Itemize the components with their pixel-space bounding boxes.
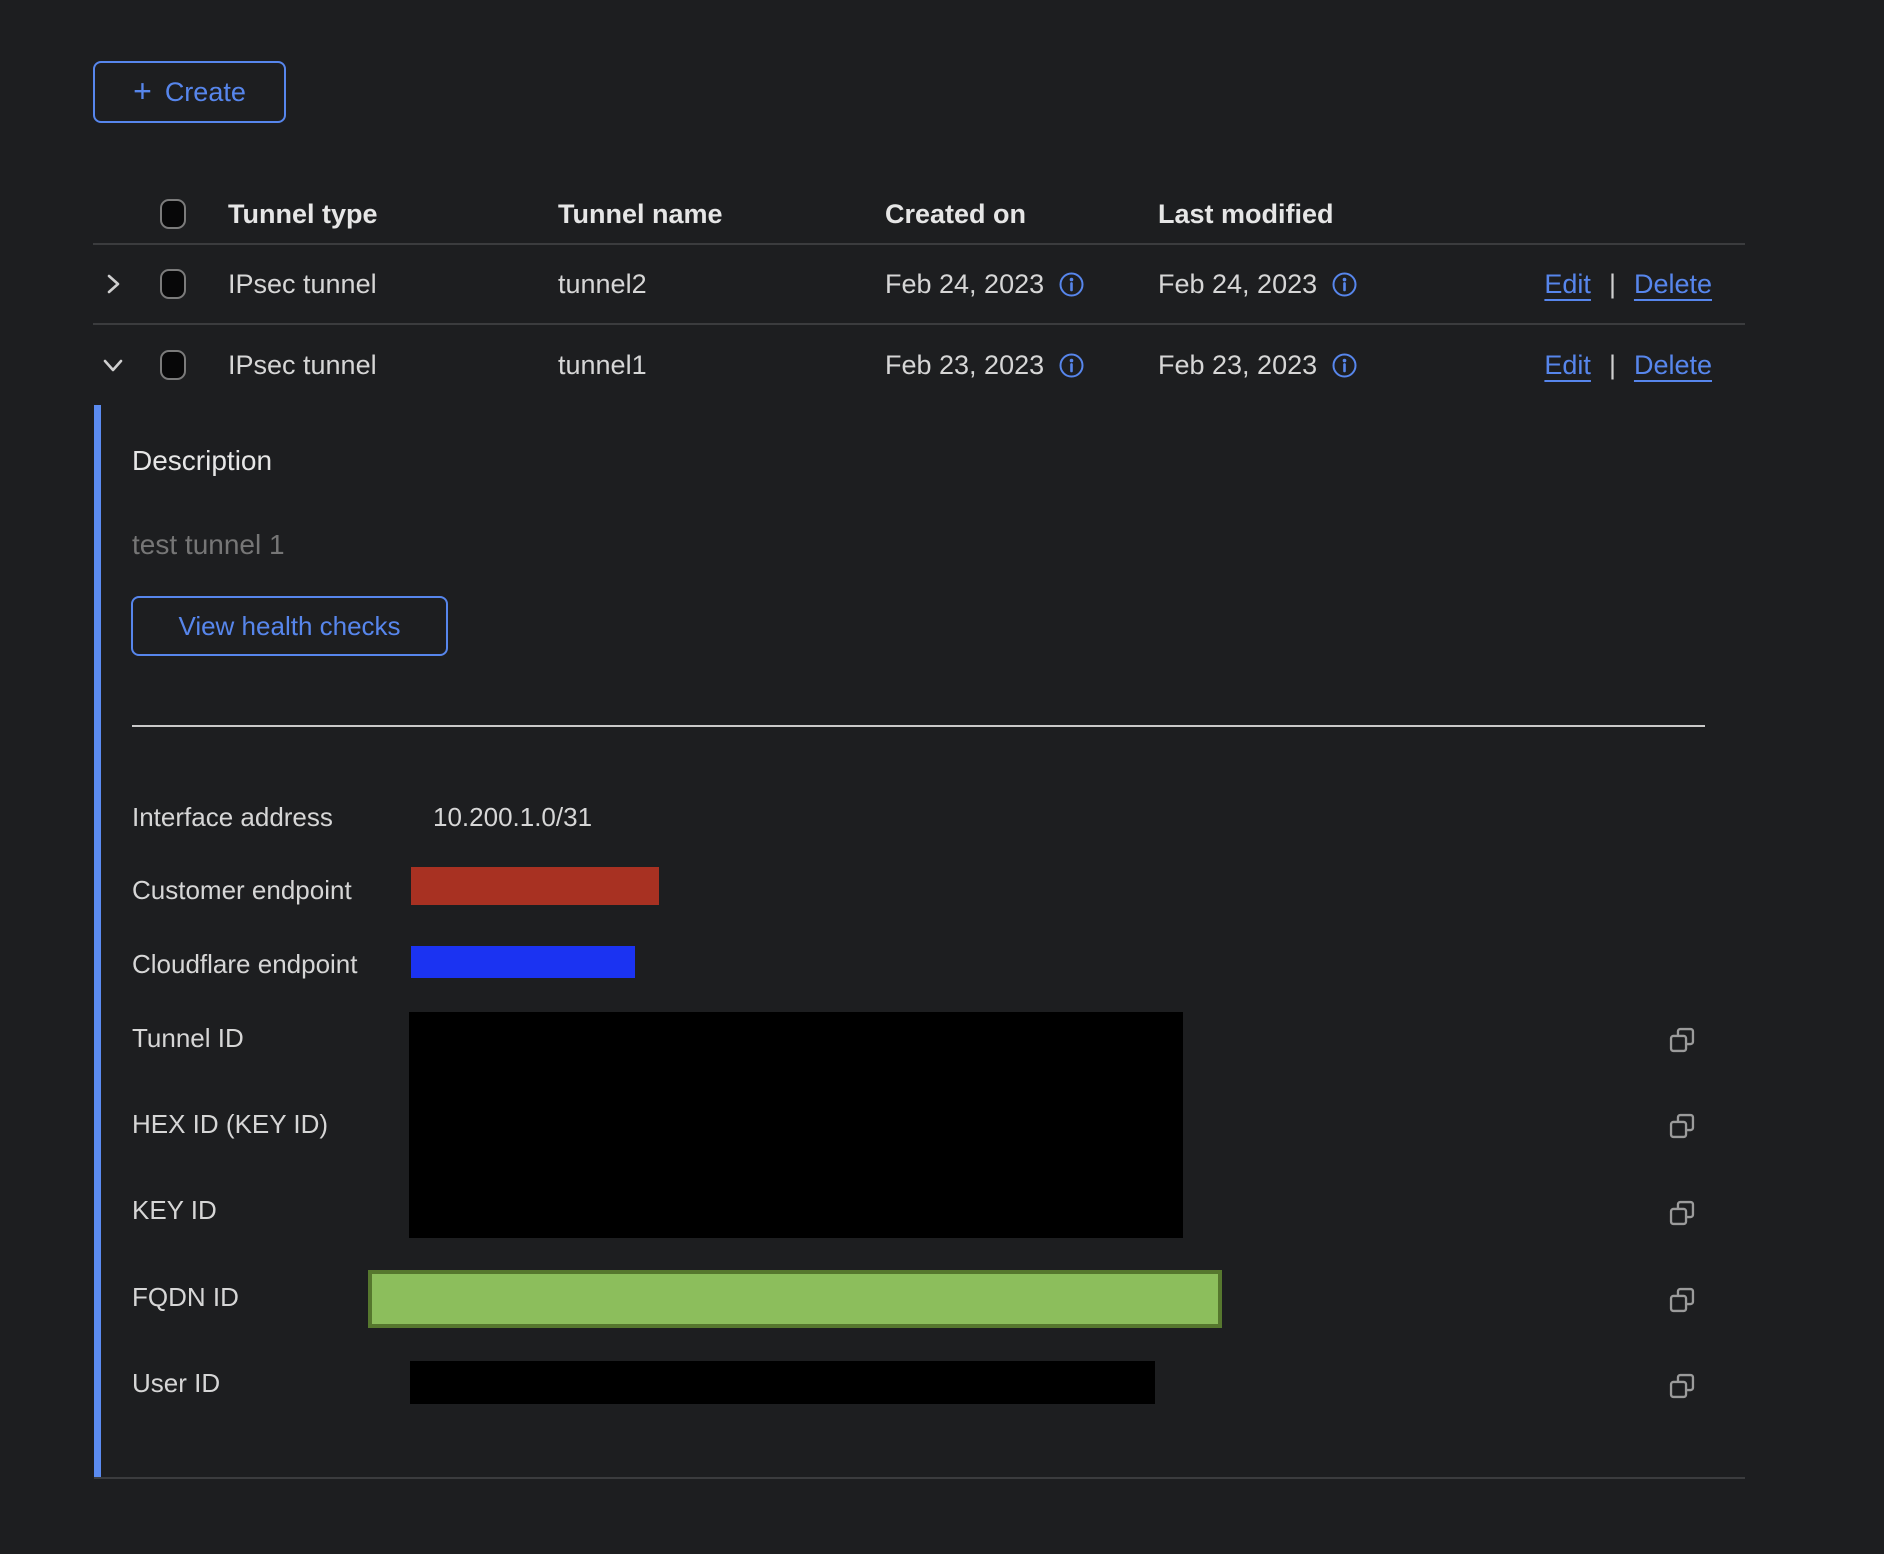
created-on-cell: Feb 24, 2023 [885,269,1158,300]
tunnel-type-cell: IPsec tunnel [228,269,558,300]
created-on-value: Feb 24, 2023 [885,269,1044,300]
last-modified-value: Feb 24, 2023 [1158,269,1317,300]
cloudflare-endpoint-label: Cloudflare endpoint [132,949,358,980]
table-header-row: Tunnel type Tunnel name Created on Last … [93,185,1745,245]
detail-divider [132,725,1705,727]
copy-icon-user-id[interactable] [1667,1371,1697,1401]
tunnel-id-label: Tunnel ID [132,1023,244,1054]
customer-endpoint-label: Customer endpoint [132,875,352,906]
fqdn-id-redacted-value [368,1270,1222,1328]
row-actions-cell: Edit | Delete [1540,350,1745,381]
row-checkbox[interactable] [160,269,186,299]
customer-endpoint-redacted-value [411,867,659,905]
row-checkbox-cell [160,350,228,380]
description-label: Description [132,445,272,477]
row-expander-cell [93,270,160,298]
actions-separator: | [1609,269,1616,300]
user-id-label: User ID [132,1368,220,1399]
plus-icon: + [133,75,152,107]
created-on-cell: Feb 23, 2023 [885,350,1158,381]
select-all-checkbox-cell [160,199,228,229]
hex-id-label: HEX ID (KEY ID) [132,1109,328,1140]
copy-icon-fqdn-id[interactable] [1667,1285,1697,1315]
last-modified-value: Feb 23, 2023 [1158,350,1317,381]
key-id-label: KEY ID [132,1195,217,1226]
create-button-label: Create [165,77,246,108]
ids-redacted-value [409,1012,1183,1238]
header-last-modified: Last modified [1158,199,1540,230]
interface-address-value: 10.200.1.0/31 [433,802,592,833]
cloudflare-endpoint-redacted-value [411,946,635,978]
chevron-right-icon[interactable] [99,270,127,298]
table-row: IPsec tunnel tunnel1 Feb 23, 2023 Feb 23… [93,325,1745,405]
panel-bottom-divider [94,1477,1745,1479]
view-health-checks-button[interactable]: View health checks [131,596,448,656]
tunnel-detail-panel: Description test tunnel 1 View health ch… [94,405,1745,1477]
actions-separator: | [1609,350,1616,381]
copy-icon-tunnel-id[interactable] [1667,1025,1697,1055]
tunnel-name-cell: tunnel2 [558,269,885,300]
select-all-checkbox[interactable] [160,199,186,229]
copy-icon-hex-id[interactable] [1667,1111,1697,1141]
edit-link[interactable]: Edit [1544,269,1591,300]
delete-link[interactable]: Delete [1634,269,1712,300]
row-checkbox[interactable] [160,350,186,380]
info-icon[interactable] [1331,352,1358,379]
row-actions-cell: Edit | Delete [1540,269,1745,300]
tunnels-table: Tunnel type Tunnel name Created on Last … [93,185,1745,405]
tunnel-name-cell: tunnel1 [558,350,885,381]
info-icon[interactable] [1331,271,1358,298]
header-tunnel-type: Tunnel type [228,199,558,230]
delete-link[interactable]: Delete [1634,350,1712,381]
fqdn-id-label: FQDN ID [132,1282,239,1313]
row-expander-cell [93,351,160,379]
tunnel-type-cell: IPsec tunnel [228,350,558,381]
interface-address-label: Interface address [132,802,333,833]
chevron-down-icon[interactable] [99,351,127,379]
info-icon[interactable] [1058,271,1085,298]
create-button[interactable]: + Create [93,61,286,123]
info-icon[interactable] [1058,352,1085,379]
last-modified-cell: Feb 24, 2023 [1158,269,1540,300]
edit-link[interactable]: Edit [1544,350,1591,381]
description-value: test tunnel 1 [132,529,285,561]
row-checkbox-cell [160,269,228,299]
last-modified-cell: Feb 23, 2023 [1158,350,1540,381]
header-created-on: Created on [885,199,1158,230]
table-row: IPsec tunnel tunnel2 Feb 24, 2023 Feb 24… [93,245,1745,325]
user-id-redacted-value [410,1361,1155,1404]
created-on-value: Feb 23, 2023 [885,350,1044,381]
copy-icon-key-id[interactable] [1667,1198,1697,1228]
header-tunnel-name: Tunnel name [558,199,885,230]
